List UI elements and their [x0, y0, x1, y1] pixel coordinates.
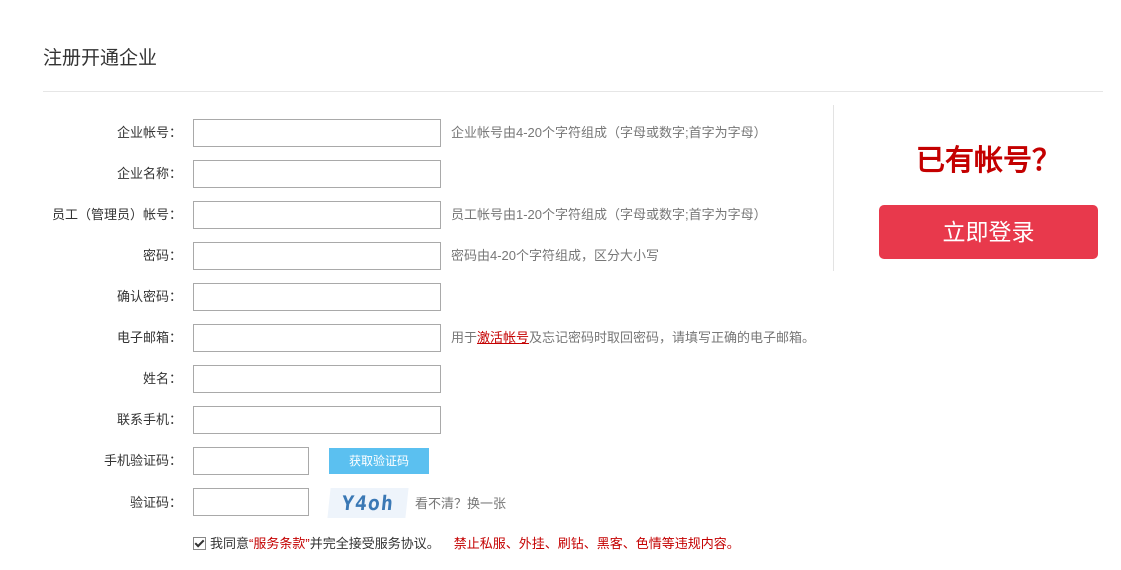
password-label: 密码：: [142, 248, 182, 263]
page-title: 注册开通企业: [43, 48, 158, 69]
form-row-company-name: 企业名称：: [0, 160, 860, 188]
email-hint-prefix: 用于: [451, 330, 478, 345]
password-input[interactable]: [193, 242, 441, 270]
agreement: 我同意“服务条款”并完全接受服务协议。 禁止私服、外挂、刷钻、黑客、色情等违规内容…: [193, 534, 740, 554]
form-row-company-account: 企业帐号： 企业帐号由4-20个字符组成（字母或数字;首字为字母）: [0, 119, 860, 147]
mobile-input[interactable]: [193, 406, 441, 434]
email-hint-suffix: 及忘记密码时取回密码，请填写正确的电子邮箱。: [529, 330, 816, 345]
email-input[interactable]: [193, 324, 441, 352]
company-account-label: 企业帐号：: [116, 125, 182, 140]
captcha-label: 验证码：: [129, 495, 182, 510]
form-row-admin-account: 员工（管理员）帐号： 员工帐号由1-20个字符组成（字母或数字;首字为字母）: [0, 201, 860, 229]
sms-code-input[interactable]: [193, 447, 309, 475]
form-row-email: 电子邮箱： 用于激活帐号及忘记密码时取回密码，请填写正确的电子邮箱。: [0, 324, 860, 352]
company-account-hint: 企业帐号由4-20个字符组成（字母或数字;首字为字母）: [451, 125, 767, 140]
confirm-password-label: 确认密码：: [116, 289, 182, 304]
login-button[interactable]: 立即登录: [879, 205, 1098, 259]
company-name-label: 企业名称：: [116, 166, 182, 181]
name-label: 姓名：: [142, 371, 182, 386]
mobile-label: 联系手机：: [116, 412, 182, 427]
admin-account-hint: 员工帐号由1-20个字符组成（字母或数字;首字为字母）: [451, 207, 767, 222]
agree-checkbox[interactable]: [193, 537, 206, 550]
company-account-input[interactable]: [193, 119, 441, 147]
captcha-image[interactable]: Y4oh: [327, 488, 409, 518]
captcha-input[interactable]: [193, 488, 309, 516]
divider: [43, 91, 1103, 92]
form-row-confirm-password: 确认密码：: [0, 283, 860, 311]
form-row-captcha: 验证码： Y4oh 看不清？换一张: [0, 488, 860, 520]
email-label: 电子邮箱：: [116, 330, 182, 345]
sms-code-label: 手机验证码：: [103, 453, 182, 468]
email-hint: 用于激活帐号及忘记密码时取回密码，请填写正确的电子邮箱。: [451, 324, 815, 352]
agree-prefix: 我同意: [210, 536, 250, 551]
password-hint: 密码由4-20个字符组成，区分大小写: [451, 248, 660, 263]
agree-suffix: 并完全接受服务协议。: [309, 536, 440, 551]
get-sms-code-button[interactable]: 获取验证码: [329, 448, 429, 474]
form-row-name: 姓名：: [0, 365, 860, 393]
form-row-password: 密码： 密码由4-20个字符组成，区分大小写: [0, 242, 860, 270]
form-row-sms-code: 手机验证码： 获取验证码: [0, 447, 860, 475]
prohibited-content-warning: 禁止私服、外挂、刷钻、黑客、色情等违规内容。: [453, 536, 740, 551]
admin-account-input[interactable]: [193, 201, 441, 229]
name-input[interactable]: [193, 365, 441, 393]
activate-account-link[interactable]: 激活帐号: [477, 330, 529, 345]
refresh-captcha-link[interactable]: 看不清？换一张: [415, 490, 506, 518]
have-account-question: 已有帐号？: [915, 145, 1061, 177]
admin-account-label: 员工（管理员）帐号：: [51, 207, 182, 222]
terms-link[interactable]: “服务条款”: [249, 536, 310, 551]
confirm-password-input[interactable]: [193, 283, 441, 311]
company-name-input[interactable]: [193, 160, 441, 188]
form-row-mobile: 联系手机：: [0, 406, 860, 434]
